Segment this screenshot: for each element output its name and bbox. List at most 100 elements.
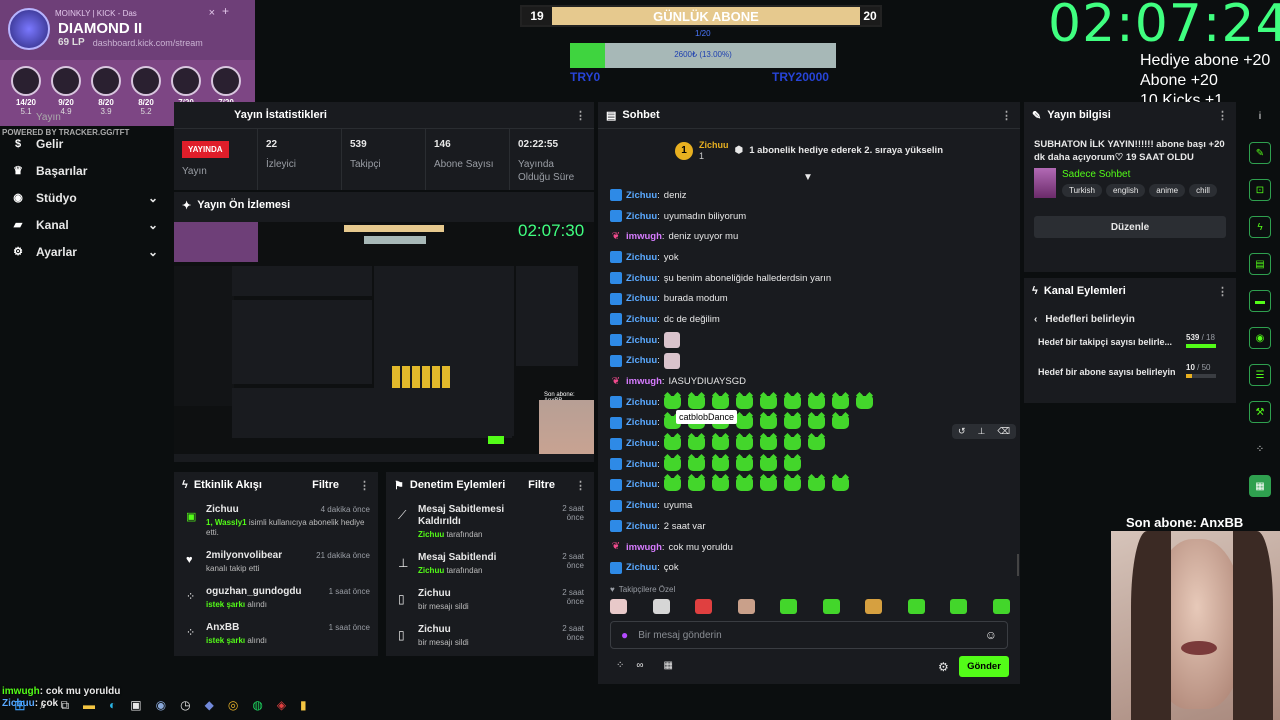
emoji-icon[interactable]: ☺ [985, 628, 997, 642]
emote-shortcut-icon[interactable] [865, 599, 883, 614]
pencil-icon[interactable]: ✎ [1249, 142, 1271, 164]
chat-message[interactable]: Zichuu: [610, 392, 1010, 413]
chat-settings-icon[interactable]: ⚙ [938, 660, 949, 674]
emote-shortcut-icon[interactable] [652, 599, 670, 614]
discord-icon[interactable]: ◆ [205, 698, 214, 712]
file-icon[interactable]: ▮ [300, 698, 307, 712]
card-icon[interactable]: ▤ [1249, 253, 1271, 275]
goal-item[interactable]: Hedef bir abone sayısı belirleyin 10 / 50 [1038, 363, 1222, 393]
group-icon[interactable]: ⁘ [1249, 438, 1271, 460]
goals-back[interactable]: ‹ Hedefleri belirleyin [1024, 304, 1236, 325]
reply-icon[interactable]: ↺ [958, 426, 966, 437]
category-name[interactable]: Sadece Sohbet [1062, 169, 1221, 180]
more-icon[interactable]: ⋮ [1217, 109, 1228, 122]
clock-app-icon[interactable]: ◷ [180, 698, 190, 712]
store-icon[interactable]: ▦ [664, 660, 673, 671]
activity-user[interactable]: AnxBB [206, 622, 239, 633]
emote-shortcut-icon[interactable] [737, 599, 755, 614]
sidebar-item-ayarlar[interactable]: ⚙ Ayarlar ⌄ [0, 238, 172, 265]
chat-message[interactable]: Zichuu: [610, 433, 1010, 454]
broadcast-icon[interactable]: ◉ [1249, 327, 1271, 349]
chat-icon[interactable]: ▬ [1249, 290, 1271, 312]
chat-message[interactable]: Zichuu: dc de değilim [610, 309, 1010, 330]
moderation-by[interactable]: Zichuu [418, 566, 444, 575]
scrollbar[interactable] [1017, 554, 1019, 576]
chat-username[interactable]: Zichuu [626, 562, 657, 573]
activity-user[interactable]: 2milyonvolibear [206, 550, 282, 561]
layout-icon[interactable]: ☰ [1249, 364, 1271, 386]
chat-message[interactable]: ❦ imwugh: cok mu yoruldu [610, 537, 1010, 558]
wrench-icon[interactable]: ⚒ [1249, 401, 1271, 423]
chat-username[interactable]: Zichuu [626, 314, 657, 325]
activity-user[interactable]: oguzhan_gundogdu [206, 586, 302, 597]
activity-user[interactable]: Zichuu [206, 504, 239, 515]
pin-icon[interactable]: ⊥ [978, 426, 986, 437]
delete-icon[interactable]: ⌫ [997, 426, 1010, 437]
sidebar-item-studyo[interactable]: ◉ Stüdyo ⌄ [0, 184, 172, 211]
chat-username[interactable]: Zichuu [626, 459, 657, 470]
moderation-item[interactable]: ▯ 2 saat önce Zichuu bir mesajı sildi [386, 618, 594, 654]
chat-username[interactable]: imwugh [626, 542, 662, 553]
sidebar-item-kanal[interactable]: ▰ Kanal ⌄ [0, 211, 172, 238]
emote-shortcut-icon[interactable] [907, 599, 925, 614]
chat-username[interactable]: Zichuu [626, 397, 657, 408]
tab-close-icon[interactable]: × [209, 7, 215, 19]
more-icon[interactable]: ⋮ [1001, 109, 1012, 122]
chat-message[interactable]: Zichuu: [610, 454, 1010, 475]
moderation-item[interactable]: ▯ 2 saat önce Zichuu bir mesajı sildi [386, 582, 594, 618]
chat-message[interactable]: Zichuu: [610, 475, 1010, 496]
activity-filter[interactable]: Filtre [312, 479, 339, 491]
url-text[interactable]: dashboard.kick.com/stream [93, 38, 203, 48]
chat-input-box[interactable]: ● Bir mesaj gönderin ☺ [610, 621, 1008, 649]
chat-message[interactable]: Zichuu: burada modum [610, 288, 1010, 309]
moderation-item[interactable]: ⊥ 2 saat önce Mesaj Sabitlendi Zichuu taraf… [386, 546, 594, 582]
group-icon[interactable]: ⁘ [616, 660, 624, 671]
new-tab-icon[interactable]: + [222, 4, 229, 18]
info-icon[interactable]: i [1249, 105, 1271, 127]
chat-username[interactable]: Zichuu [626, 355, 657, 366]
chat-message[interactable]: ❦ imwugh: IASUYDIUAYSGD [610, 371, 1010, 392]
bolt-icon[interactable]: ϟ [1249, 216, 1271, 238]
sidebar-item-basarilar[interactable]: ♛ Başarılar [0, 157, 172, 184]
chat-username[interactable]: Zichuu [626, 190, 657, 201]
emote-shortcut-icon[interactable] [695, 599, 713, 614]
moderation-filter[interactable]: Filtre [528, 479, 555, 491]
chat-username[interactable]: Zichuu [626, 500, 657, 511]
stream-tag[interactable]: chill [1189, 184, 1217, 197]
store-icon[interactable]: ▣ [130, 698, 141, 712]
activity-item[interactable]: ▣ Zichuu 4 dakika önce 1, Wassly1 isimli ku… [174, 498, 378, 544]
search-icon[interactable]: ⌕ [40, 698, 47, 713]
emote-shortcut-icon[interactable] [610, 599, 627, 614]
emote-shortcut-icon[interactable] [950, 599, 968, 614]
chrome-icon[interactable]: ◎ [228, 698, 238, 712]
chat-username[interactable]: imwugh [626, 376, 662, 387]
chat-username[interactable]: Zichuu [626, 521, 657, 532]
edit-button[interactable]: Düzenle [1034, 216, 1226, 238]
chat-message[interactable]: Zichuu: [610, 413, 1010, 434]
moderation-by[interactable]: Zichuu [418, 530, 444, 539]
explorer-icon[interactable]: ▬ [83, 698, 95, 712]
chat-message[interactable]: ❦ imwugh: deniz uyuyor mu [610, 226, 1010, 247]
browser-tab[interactable]: MOINKLY | KICK - Das × [55, 6, 215, 20]
chat-username[interactable]: Zichuu [626, 211, 657, 222]
chat-message[interactable]: Zichuu: uyuma [610, 495, 1010, 516]
more-icon[interactable]: ⋮ [359, 479, 370, 492]
chat-username[interactable]: Zichuu [626, 438, 657, 449]
chat-message[interactable]: Zichuu: yok [610, 247, 1010, 268]
chat-message[interactable]: Zichuu: şu benim aboneliğide hallederdsin… [610, 268, 1010, 289]
chat-message[interactable]: Zichuu: çok [610, 557, 1010, 578]
stream-tag[interactable]: anime [1149, 184, 1186, 197]
chat-message[interactable]: Zichuu: uyumadın biliyorum [610, 206, 1010, 227]
chat-input[interactable]: Bir mesaj gönderin [638, 630, 974, 641]
more-icon[interactable]: ⋮ [1217, 285, 1228, 298]
stream-tag[interactable]: english [1105, 184, 1146, 197]
scan-icon[interactable]: ⊡ [1249, 179, 1271, 201]
chat-username[interactable]: Zichuu [626, 417, 657, 428]
spotify-icon[interactable]: ◍ [252, 698, 262, 712]
taskview-icon[interactable]: ⧉ [60, 698, 69, 713]
emote-shortcut-icon[interactable] [992, 599, 1010, 614]
edge-icon[interactable]: ◐ [109, 698, 116, 712]
windows-icon[interactable]: ⊞ [14, 697, 26, 714]
more-icon[interactable]: ⋮ [575, 109, 586, 122]
chat-message[interactable]: Zichuu: [610, 330, 1010, 351]
